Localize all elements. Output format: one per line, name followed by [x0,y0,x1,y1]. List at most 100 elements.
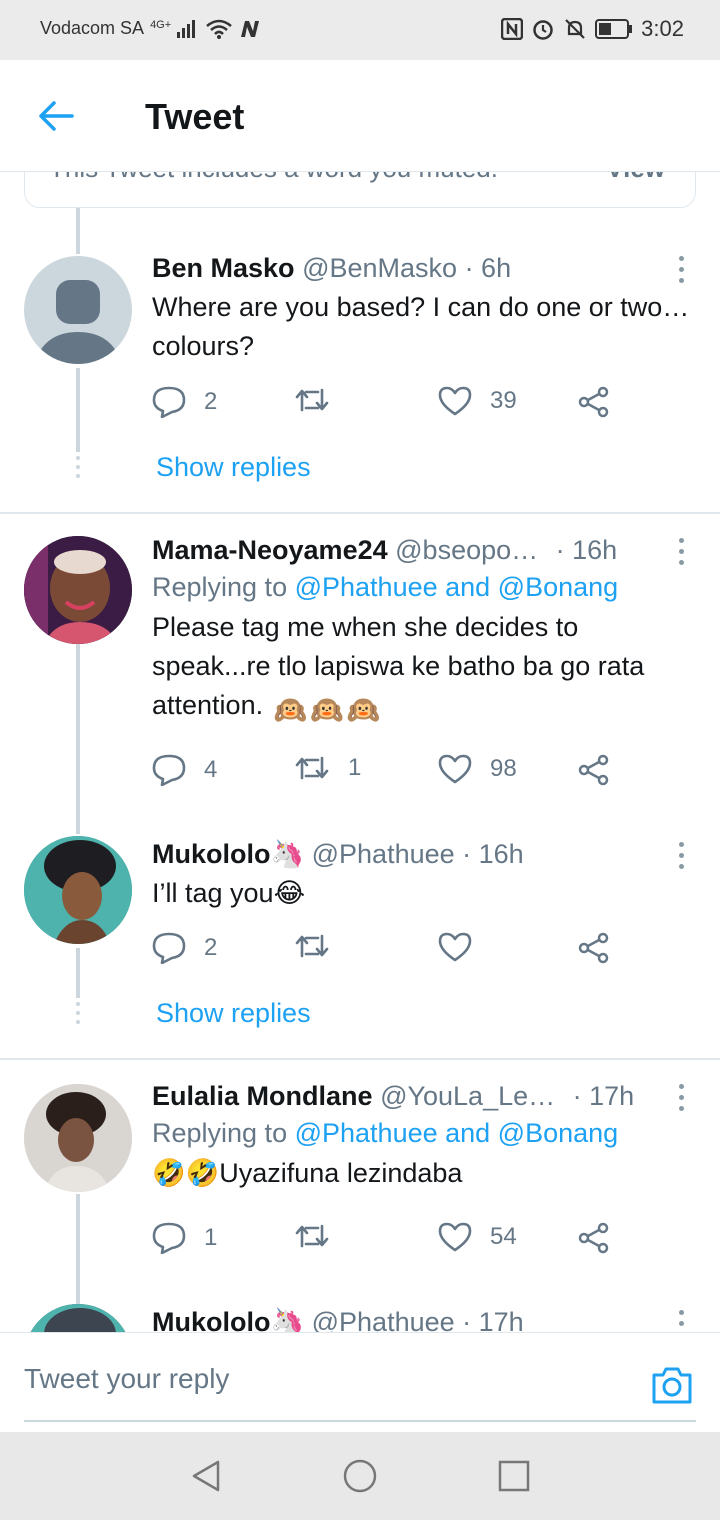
back-button[interactable] [30,90,82,142]
share-icon [578,1222,609,1254]
retweet-button[interactable] [294,932,348,960]
heart-icon [438,386,472,416]
replying-to: Replying to @Phathuee and @Bonang [152,568,700,606]
tweet-time: · 6h [464,253,512,283]
display-name[interactable]: Eulalia Mondlane [152,1081,373,1111]
profile-photo-icon [24,1304,132,1332]
user-handle[interactable]: @bseopo… [395,535,538,565]
nav-back-icon [192,1460,220,1492]
avatar[interactable] [24,256,132,364]
tweet-actions: 4 1 98 [152,754,632,794]
tweet-header: Eulalia Mondlane @YouLa_Le… · 17h [152,1078,700,1114]
monkey-emoji: 🙉 [273,695,308,725]
retweet-icon [295,1224,329,1248]
camera-button[interactable] [650,1365,694,1405]
display-name[interactable]: Mukololo [152,1307,270,1332]
rofl-emoji: 🤣 [185,1158,220,1188]
replying-to-label: Replying to [152,1118,288,1148]
rofl-emoji: 🤣 [152,1158,186,1188]
user-handle[interactable]: @Phathuee [312,839,455,869]
share-icon [578,754,609,786]
thread-dots [74,456,82,483]
tweet-text: I’ll tag you😂 [152,874,700,913]
carrier-name: Vodacom SA [40,18,145,38]
replying-to-mentions[interactable]: @Phathuee and @Bonang [295,1118,619,1148]
retweet-button[interactable] [294,386,348,414]
display-name[interactable]: Mukololo [152,839,270,869]
nav-back-button[interactable] [188,1458,224,1494]
tweet-time: · 16h [555,535,618,565]
replies-feed[interactable]: This Tweet includes a word you muted. Vi… [0,172,720,1332]
avatar[interactable] [24,836,132,944]
show-replies-link[interactable]: Show replies [156,452,311,483]
user-handle[interactable]: @Phathuee [312,1307,455,1332]
thread-dots [74,1002,82,1029]
n-app-icon [239,19,261,39]
more-options-button[interactable] [676,1084,686,1114]
tweet-actions: 1 54 [152,1222,632,1262]
reply-icon [152,932,186,964]
reply-underline [24,1420,696,1422]
tweet-content: Eulalia Mondlane @YouLa_Le… · 17h Replyi… [152,1078,700,1193]
avatar[interactable] [24,1304,132,1332]
nav-recents-button[interactable] [496,1458,532,1494]
tweet-actions: 2 39 [152,386,632,426]
display-name[interactable]: Mama-Neoyame24 [152,535,388,565]
avatar[interactable] [24,536,132,644]
user-handle[interactable]: @YouLa_Le… [380,1081,555,1111]
reply-button[interactable]: 2 [152,932,217,964]
signal-icon [177,19,199,38]
nav-home-icon [343,1459,377,1493]
more-options-button[interactable] [676,256,686,286]
thread-line [76,644,80,834]
share-button[interactable] [578,754,610,786]
tweet-content: Ben Masko @BenMasko · 6h Where are you b… [152,250,700,366]
reply-icon [152,1222,186,1254]
status-bar: Vodacom SA 4G+ 3:02 [0,0,720,60]
muted-tweet-notice[interactable]: This Tweet includes a word you muted. Vi… [24,172,696,208]
share-button[interactable] [578,932,610,964]
status-right: 3:02 [501,16,684,42]
profile-photo-icon [24,1084,132,1192]
retweet-icon [295,934,329,958]
like-button[interactable]: 39 [438,386,517,416]
show-replies-link[interactable]: Show replies [156,998,311,1029]
muted-view-link[interactable]: View [606,172,665,184]
monkey-emoji: 🙉 [310,695,344,725]
nav-home-button[interactable] [342,1458,378,1494]
more-options-button[interactable] [676,1310,686,1332]
replying-to: Replying to @Phathuee and @Bonang [152,1114,700,1152]
replying-to-mentions[interactable]: @Phathuee and @Bonang [295,572,619,602]
reply-button[interactable]: 2 [152,386,217,418]
reply-input[interactable]: Tweet your reply [24,1363,229,1395]
system-nav-bar [0,1432,720,1520]
wifi-icon [205,19,233,39]
nfc-icon [501,18,524,40]
like-button[interactable]: 54 [438,1222,517,1252]
like-button[interactable]: 98 [438,754,517,784]
like-count: 98 [490,755,517,782]
share-button[interactable] [578,386,610,418]
unicorn-emoji: 🦄 [270,839,305,869]
share-icon [578,386,609,418]
profile-photo-icon [24,836,132,944]
tweet-time: · 17h [462,1307,524,1332]
unicorn-emoji: 🦄 [270,1307,305,1332]
user-handle[interactable]: @BenMasko [302,253,457,283]
heart-icon [438,932,472,962]
tweet-content: Mama-Neoyame24 @bseopo… · 16h Replying t… [152,532,700,730]
divider [0,1058,720,1060]
avatar[interactable] [24,1084,132,1192]
more-options-button[interactable] [676,842,686,872]
reply-button[interactable]: 4 [152,754,217,786]
retweet-button[interactable] [294,1222,348,1250]
default-avatar-icon [34,280,122,364]
display-name[interactable]: Ben Masko [152,253,295,283]
retweet-button[interactable]: 1 [294,754,361,782]
thread-line [76,208,80,254]
like-button[interactable] [438,932,490,962]
share-button[interactable] [578,1222,610,1254]
more-options-button[interactable] [676,538,686,568]
reply-button[interactable]: 1 [152,1222,217,1254]
tweet-content: Mukololo🦄 @Phathuee · 16h I’ll tag you😂 [152,836,700,913]
